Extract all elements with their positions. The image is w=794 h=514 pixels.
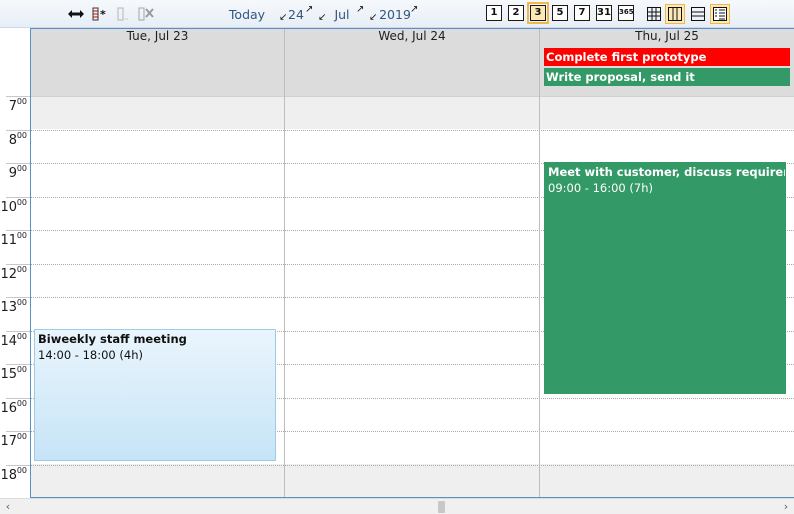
gutter-line <box>6 263 30 265</box>
hour-label: 11 00 <box>0 230 30 263</box>
hour-label: 10 00 <box>0 197 30 230</box>
hour-minutes: 00 <box>16 130 27 140</box>
today-button[interactable]: Today <box>226 4 268 24</box>
hour-minutes: 00 <box>16 432 27 441</box>
hour-minutes: 00 <box>16 365 27 374</box>
hour-label: 18 00 <box>0 465 30 498</box>
hour-label: 12 00 <box>0 264 30 297</box>
hour-label: 17 00 <box>0 431 30 464</box>
hour-minutes: 00 <box>16 298 27 307</box>
day-view-calendar: 7 00 8 00 9 00 10 00 11 00 12 00 13 00 14 00 15 00 16 00 17 0… <box>0 28 794 498</box>
resize-columns-icon[interactable] <box>66 4 86 24</box>
calendar-frame <box>30 28 794 498</box>
hour-minutes: 00 <box>16 331 27 341</box>
grid-layout-button[interactable] <box>644 4 664 24</box>
hour-number: 13 <box>0 300 17 315</box>
day-label: 24 <box>288 6 304 22</box>
add-column-icon[interactable]: * <box>90 4 110 24</box>
calendar-toolbar: * Today ↙ 24 ↗ ↙ Jul ↗ ↙ 2019 ↗ 1 2 3 5 … <box>0 0 794 28</box>
gutter-line <box>6 129 30 131</box>
hour-minutes: 00 <box>16 398 27 408</box>
column-disabled-icon <box>114 4 132 24</box>
delete-column-icon <box>136 4 156 24</box>
scroll-left-icon[interactable]: ‹ <box>0 500 16 514</box>
three-day-view-button[interactable]: 3 <box>527 2 549 24</box>
hour-minutes: 00 <box>16 231 27 240</box>
gutter-line <box>6 163 30 164</box>
gutter-line <box>6 397 30 399</box>
hour-label: 15 00 <box>0 364 30 397</box>
rows-layout-button[interactable] <box>688 4 708 24</box>
hour-minutes: 00 <box>16 97 27 106</box>
hour-label: 9 00 <box>0 163 30 196</box>
scroll-right-icon[interactable]: › <box>778 500 794 514</box>
hour-number: 10 <box>0 199 17 215</box>
month-back-arrow-icon[interactable]: ↙ <box>318 13 326 23</box>
hour-label: 13 00 <box>0 297 30 330</box>
day-forward-arrow-icon[interactable]: ↗ <box>305 5 313 15</box>
year-label: 2019 <box>379 6 411 22</box>
hour-number: 8 <box>8 132 17 148</box>
month-label: Jul <box>334 6 350 22</box>
hour-number: 12 <box>0 266 17 282</box>
list-layout-button[interactable] <box>710 4 730 24</box>
hour-number: 18 <box>0 467 17 483</box>
hour-label: 7 00 <box>0 96 30 129</box>
hour-minutes: 00 <box>16 264 27 274</box>
hour-number: 14 <box>0 333 17 349</box>
list-icon <box>713 7 727 21</box>
hour-minutes: 00 <box>16 197 27 207</box>
hour-number: 7 <box>8 99 17 114</box>
hour-number: 17 <box>0 434 17 449</box>
hour-label: 14 00 <box>0 331 30 364</box>
month-forward-arrow-icon[interactable]: ↗ <box>356 5 364 15</box>
gutter-line <box>6 330 30 332</box>
day-view-button[interactable]: 1 <box>486 5 502 21</box>
rows-icon <box>691 7 705 21</box>
work-week-view-button[interactable]: 5 <box>552 5 568 21</box>
hour-number: 11 <box>0 233 17 248</box>
hour-number: 9 <box>8 166 17 181</box>
year-view-button[interactable]: 365 <box>618 5 634 21</box>
svg-text:*: * <box>100 8 106 21</box>
hour-label: 8 00 <box>0 130 30 163</box>
gutter-line <box>6 230 30 231</box>
gutter-line <box>6 431 30 432</box>
hour-label: 16 00 <box>0 398 30 431</box>
columns-layout-button[interactable] <box>665 4 685 24</box>
gutter-line <box>6 297 30 298</box>
hour-minutes: 00 <box>16 164 27 173</box>
gutter-line <box>6 464 30 466</box>
horizontal-scrollbar[interactable]: ‹ › <box>0 498 794 514</box>
hour-number: 15 <box>0 367 17 382</box>
hour-minutes: 00 <box>16 465 27 475</box>
two-day-view-button[interactable]: 2 <box>508 5 524 21</box>
hour-number: 16 <box>0 400 17 416</box>
grid-icon <box>647 7 661 21</box>
week-view-button[interactable]: 7 <box>574 5 590 21</box>
month-view-button[interactable]: 31 <box>596 5 612 21</box>
scroll-thumb[interactable] <box>438 501 445 513</box>
gutter-line <box>6 364 30 365</box>
year-forward-arrow-icon[interactable]: ↗ <box>410 5 418 15</box>
gutter-line <box>6 196 30 198</box>
year-back-arrow-icon[interactable]: ↙ <box>369 13 377 23</box>
columns-icon <box>668 7 682 21</box>
gutter-line <box>6 96 30 97</box>
